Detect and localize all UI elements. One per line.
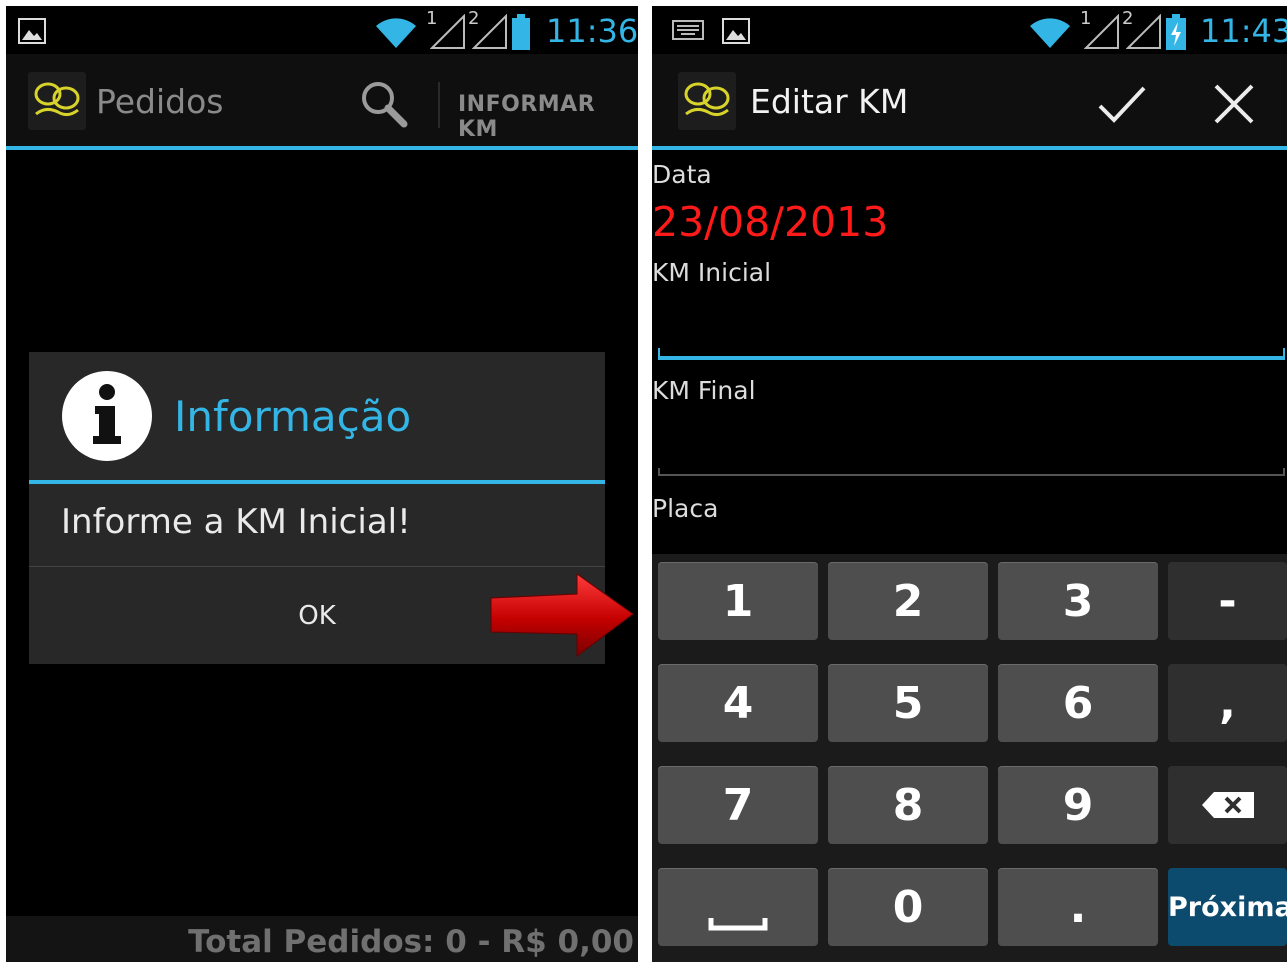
placa-label: Placa <box>652 494 719 523</box>
signal-icon <box>472 14 507 49</box>
backspace-key[interactable] <box>1168 766 1287 844</box>
key-5[interactable]: 5 <box>828 664 988 742</box>
search-button[interactable] <box>356 76 410 130</box>
arrow-icon <box>490 573 634 657</box>
status-time: 11:43 <box>1200 12 1287 50</box>
numeric-keyboard: 1 2 3 - 4 5 6 , 7 8 9 0 . Próxima <box>652 554 1287 962</box>
next-button[interactable]: Próxima <box>1168 868 1287 946</box>
signal-icon <box>1126 14 1161 49</box>
check-icon <box>1098 86 1146 123</box>
action-bar: Editar KM <box>652 54 1287 150</box>
space-key[interactable] <box>658 868 818 946</box>
field-tick <box>1283 348 1285 358</box>
key-0[interactable]: 0 <box>828 868 988 946</box>
wifi-icon <box>376 18 416 48</box>
km-inicial-underline <box>658 356 1285 360</box>
data-value[interactable]: 23/08/2013 <box>652 198 888 246</box>
info-icon <box>62 371 152 461</box>
backspace-icon <box>1201 791 1254 818</box>
cancel-button[interactable] <box>1212 82 1256 126</box>
key-comma[interactable]: , <box>1168 664 1287 742</box>
dialog-title: Informação <box>174 392 412 441</box>
battery-icon <box>512 14 530 50</box>
search-icon <box>362 82 408 128</box>
action-divider <box>438 82 440 128</box>
key-minus[interactable]: - <box>1168 562 1287 640</box>
key-3[interactable]: 3 <box>998 562 1158 640</box>
signal-icon <box>430 14 465 49</box>
informar-km-button[interactable]: INFORMAR KM <box>458 92 638 142</box>
key-2[interactable]: 2 <box>828 562 988 640</box>
status-bar: 1 2 11:36 <box>6 6 638 54</box>
space-icon <box>708 917 768 930</box>
key-7[interactable]: 7 <box>658 766 818 844</box>
key-9[interactable]: 9 <box>998 766 1158 844</box>
data-label: Data <box>652 160 712 189</box>
dialog-header: Informação <box>29 352 605 484</box>
gallery-icon <box>18 18 46 44</box>
status-bar: 1 2 11:43 <box>652 6 1287 54</box>
km-inicial-input[interactable] <box>658 300 1285 350</box>
total-pedidos: Total Pedidos: 0 - R$ 0,00 <box>188 924 634 960</box>
gallery-icon <box>722 18 750 44</box>
key-8[interactable]: 8 <box>828 766 988 844</box>
field-tick <box>1283 468 1285 476</box>
app-logo[interactable] <box>678 72 736 130</box>
dialog-message: Informe a KM Inicial! <box>61 502 411 542</box>
field-tick <box>658 468 660 476</box>
key-4[interactable]: 4 <box>658 664 818 742</box>
footer-bar: Total Pedidos: 0 - R$ 0,00 <box>6 916 638 962</box>
confirm-button[interactable] <box>1096 82 1148 126</box>
app-logo-icon <box>684 82 730 117</box>
km-inicial-label: KM Inicial <box>652 258 772 287</box>
edit-km-form: Data 23/08/2013 KM Inicial KM Final Plac… <box>652 150 1287 554</box>
keyboard-icon <box>672 20 704 40</box>
field-tick <box>658 348 660 358</box>
page-title: Editar KM <box>750 82 909 121</box>
action-bar: Pedidos INFORMAR KM <box>6 54 638 150</box>
app-logo-icon <box>34 82 80 117</box>
phone-screen-pedidos: 1 2 11:36 Pedidos INFORMAR KM Informação… <box>6 6 638 962</box>
close-icon <box>1214 84 1254 124</box>
battery-charging-icon <box>1166 14 1186 50</box>
wifi-icon <box>1030 18 1070 48</box>
key-1[interactable]: 1 <box>658 562 818 640</box>
key-period[interactable]: . <box>998 868 1158 946</box>
km-final-input[interactable] <box>658 418 1285 468</box>
app-logo[interactable] <box>28 72 86 130</box>
km-final-label: KM Final <box>652 376 756 405</box>
key-6[interactable]: 6 <box>998 664 1158 742</box>
signal-icon <box>1084 14 1119 49</box>
page-title: Pedidos <box>96 82 224 121</box>
km-final-underline <box>658 474 1285 476</box>
status-time: 11:36 <box>546 12 638 50</box>
phone-screen-editar-km: 1 2 11:43 Editar KM Data 23/08/2013 KM I… <box>652 6 1287 962</box>
